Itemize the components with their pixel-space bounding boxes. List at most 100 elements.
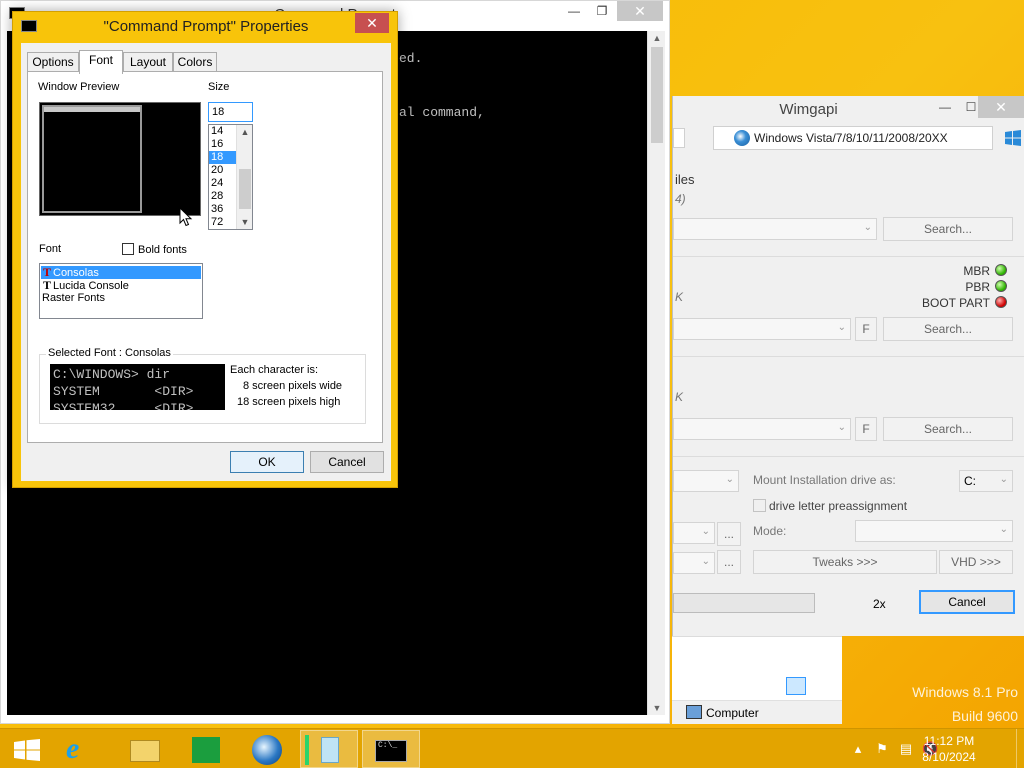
size-list-item[interactable]: 28 xyxy=(209,190,236,203)
dialog-close-button[interactable]: ✕ xyxy=(355,13,389,33)
tab-font[interactable]: Font xyxy=(79,50,123,74)
network-icon[interactable]: ▤ xyxy=(898,741,914,757)
file-explorer-window[interactable]: Computer xyxy=(672,636,842,724)
search-button-1[interactable]: Search... xyxy=(883,217,1013,241)
windows-orb-icon xyxy=(734,130,750,146)
taskbar-wintoolkit[interactable] xyxy=(238,730,296,768)
wintoolkit-icon xyxy=(252,735,282,765)
browse-button-2[interactable]: ... xyxy=(717,550,741,574)
preview-window-frame xyxy=(42,105,142,213)
taskbar-wimgapi[interactable] xyxy=(300,730,358,768)
bold-fonts-label[interactable]: Bold fonts xyxy=(138,244,187,256)
console-scroll-thumb[interactable] xyxy=(651,47,663,143)
pbr-label: PBR xyxy=(965,280,990,294)
search-button-2[interactable]: Search... xyxy=(883,317,1013,341)
options-combo-1[interactable]: ⌄ xyxy=(673,470,739,492)
wimgapi-close-button[interactable]: ✕ xyxy=(978,96,1024,118)
chevron-down-icon: ⌄ xyxy=(725,474,734,485)
tab-options[interactable]: Options xyxy=(27,52,79,72)
drive-letter-combo[interactable]: C: ⌄ xyxy=(959,470,1013,492)
drive-k-label-2: K xyxy=(675,390,684,404)
source-combo[interactable]: ⌄ xyxy=(673,218,877,240)
console-vertical-scrollbar[interactable]: ▲ ▼ xyxy=(647,31,665,715)
show-hidden-icons-chevron-icon[interactable]: ▴ xyxy=(850,741,866,757)
scroll-down-icon[interactable]: ▼ xyxy=(237,215,252,229)
taskbar-file-explorer[interactable] xyxy=(116,730,174,768)
action-center-flag-icon[interactable]: ⚑ xyxy=(874,741,890,757)
format-boot-button[interactable]: F xyxy=(855,317,877,341)
divider xyxy=(673,256,1024,257)
size-list-item[interactable]: 14 xyxy=(209,125,236,138)
boot-part-status-led-icon xyxy=(995,296,1007,308)
install-drive-combo[interactable]: ⌄ xyxy=(673,418,851,440)
char-width-info: 8 screen pixels wide xyxy=(243,380,343,392)
font-list-item-raster-fonts[interactable]: Raster Fonts xyxy=(41,292,201,305)
options-combo-3[interactable]: ⌄ xyxy=(673,552,715,574)
wimgapi-window[interactable]: Wimgapi — ☐ ✕ Windows Vista/7/8/10/11/20… xyxy=(672,96,1024,636)
sample-line: SYSTEM32 <DIR> xyxy=(53,401,194,410)
mbr-label: MBR xyxy=(963,264,990,278)
mode-combo[interactable]: ⌄ xyxy=(855,520,1013,542)
chevron-down-icon: ⌄ xyxy=(701,526,710,537)
taskbar-clock[interactable]: 11:12 PM 8/10/2024 xyxy=(914,733,984,765)
font-sample-preview: C:\WINDOWS> dir SYSTEM <DIR> SYSTEM32 <DIR… xyxy=(50,364,225,410)
taskbar-internet-explorer[interactable]: e xyxy=(54,730,112,768)
size-scroll-thumb[interactable] xyxy=(239,169,251,209)
size-list[interactable]: 14 16 18 20 24 28 36 72 ▲ ▼ xyxy=(208,124,253,230)
wimgapi-minimize-button[interactable]: — xyxy=(932,96,958,118)
format-install-button[interactable]: F xyxy=(855,417,877,441)
browse-button-1[interactable]: ... xyxy=(717,522,741,546)
console-line: al command, xyxy=(399,105,485,120)
taskbar: e C:\_ ▴ ⚑ ▤ 🔇 11:12 PM 8/10/2024 xyxy=(0,728,1024,768)
scroll-up-icon[interactable]: ▲ xyxy=(237,125,252,139)
computer-label[interactable]: Computer xyxy=(706,706,759,720)
taskbar-store[interactable] xyxy=(176,730,234,768)
vhd-button[interactable]: VHD >>> xyxy=(939,550,1013,574)
size-list-item[interactable]: 24 xyxy=(209,177,236,190)
char-info-title: Each character is: xyxy=(230,364,319,376)
console-maximize-button[interactable]: ❐ xyxy=(589,1,615,21)
tab-colors[interactable]: Colors xyxy=(173,52,217,72)
show-desktop-button[interactable] xyxy=(1016,729,1024,768)
preview-title-bar xyxy=(44,107,140,112)
properties-dialog[interactable]: "Command Prompt" Properties ✕ Options Fo… xyxy=(12,11,398,488)
search-button-3[interactable]: Search... xyxy=(883,417,1013,441)
tab-layout[interactable]: Layout xyxy=(123,52,173,72)
drive-letter-value: C: xyxy=(964,474,976,488)
scroll-down-icon[interactable]: ▼ xyxy=(648,701,666,715)
size-list-item[interactable]: 36 xyxy=(209,203,236,216)
os-version-option[interactable]: Windows Vista/7/8/10/11/2008/20XX xyxy=(713,126,993,150)
chevron-down-icon: ⌄ xyxy=(701,556,710,567)
console-minimize-button[interactable]: — xyxy=(561,1,587,21)
tweaks-button[interactable]: Tweaks >>> xyxy=(753,550,937,574)
size-list-item[interactable]: 72 xyxy=(209,216,236,229)
scroll-up-icon[interactable]: ▲ xyxy=(648,31,666,45)
cancel-button[interactable]: Cancel xyxy=(310,451,384,473)
ok-button[interactable]: OK xyxy=(230,451,304,473)
bold-fonts-checkbox[interactable] xyxy=(122,243,134,255)
console-line: ed. xyxy=(399,51,423,66)
start-button[interactable] xyxy=(0,730,58,768)
size-list-item[interactable]: 16 xyxy=(209,138,236,151)
preassignment-checkbox[interactable] xyxy=(753,499,766,512)
boot-drive-combo[interactable]: ⌄ xyxy=(673,318,851,340)
font-list[interactable]: T Consolas T Lucida Console Raster Fonts xyxy=(39,263,203,319)
os-option-fragment[interactable] xyxy=(673,128,685,148)
mouse-cursor-icon xyxy=(179,206,193,227)
size-list-scrollbar[interactable]: ▲ ▼ xyxy=(236,125,252,229)
wimgapi-cancel-button[interactable]: Cancel xyxy=(919,590,1015,614)
file-explorer-icon xyxy=(130,740,160,762)
taskbar-command-prompt[interactable]: C:\_ xyxy=(362,730,420,768)
divider xyxy=(673,356,1024,357)
size-list-item[interactable]: 20 xyxy=(209,164,236,177)
wimgapi-icon xyxy=(321,737,339,763)
size-list-item[interactable]: 18 xyxy=(209,151,236,164)
console-close-button[interactable]: ✕ xyxy=(617,1,663,21)
details-view-icon[interactable] xyxy=(786,677,806,695)
font-list-item-lucida-console[interactable]: T Lucida Console xyxy=(41,279,201,293)
font-list-item-consolas[interactable]: T Consolas xyxy=(41,266,201,279)
large-icons-view-icon[interactable] xyxy=(810,677,830,695)
options-combo-2[interactable]: ⌄ xyxy=(673,522,715,544)
chevron-down-icon: ⌄ xyxy=(999,524,1008,535)
size-input[interactable]: 18 xyxy=(208,102,253,122)
